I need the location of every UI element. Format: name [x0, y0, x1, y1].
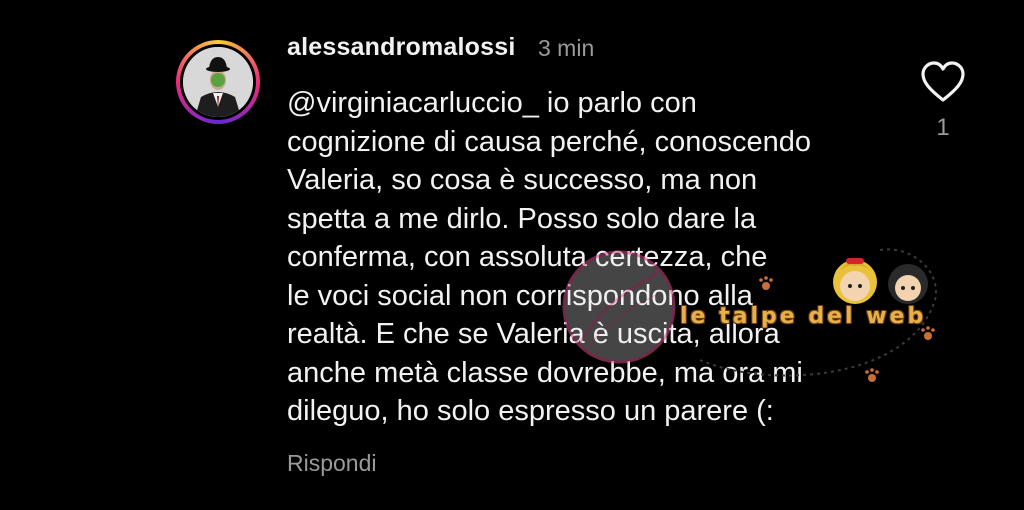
comment-username[interactable]: alessandromalossi — [287, 33, 516, 62]
comment-text-line: dileguo, ho solo espresso un parere (: — [287, 395, 774, 427]
comment-text-line: @virginiacarluccio_ io parlo con — [287, 87, 697, 119]
story-ring[interactable] — [176, 40, 260, 124]
comment-text-line: cognizione di causa perché, conoscendo — [287, 125, 811, 158]
comment-item: alessandromalossi 3 min @virginiacarlucc… — [0, 0, 1024, 510]
comment-timestamp: 3 min — [538, 35, 595, 61]
like-count: 1 — [936, 114, 950, 141]
watermark-stamp-logo — [562, 250, 676, 364]
watermark-brand-logo: le talpe del web — [680, 240, 950, 390]
watermark-brand-text: le talpe del web — [680, 304, 927, 329]
avatar-border — [180, 44, 256, 120]
comment-text-line: Valeria, so cosa è successo, ma non — [287, 164, 758, 196]
comment-text-line: spetta a me dirlo. Posso solo dare la — [287, 202, 757, 235]
avatar[interactable] — [183, 47, 253, 117]
heart-icon[interactable] — [920, 60, 966, 104]
reply-button[interactable]: Rispondi — [287, 450, 377, 477]
bowler-hat-man-image — [183, 47, 253, 117]
